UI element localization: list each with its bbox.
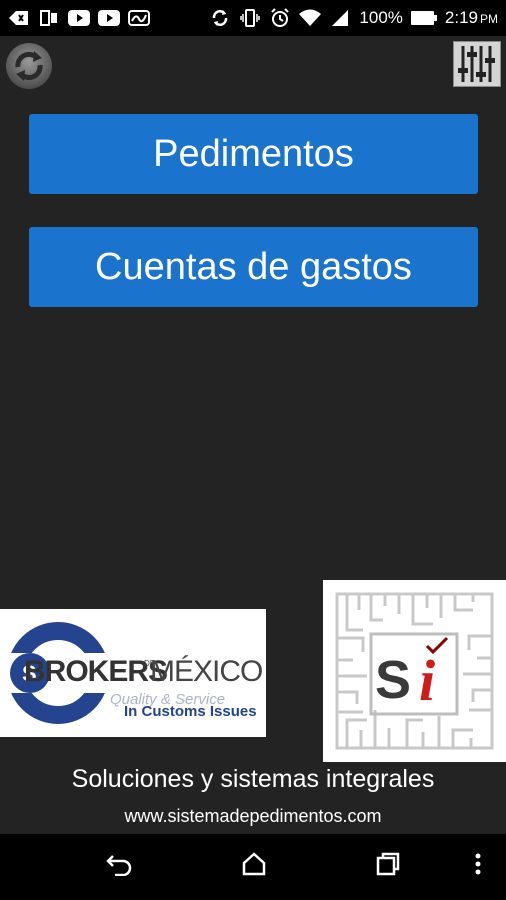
refresh-button[interactable] <box>4 41 54 91</box>
clock-ampm: PM <box>480 12 498 26</box>
svg-text:i: i <box>419 648 435 713</box>
nav-back-button[interactable] <box>101 848 137 884</box>
sync-icon <box>209 7 231 29</box>
clock: 2:19 PM <box>445 8 498 28</box>
si-logo-graphic: S i <box>323 580 506 762</box>
more-icon <box>475 852 481 881</box>
status-bar-right: 100% 2:19 PM <box>209 7 498 29</box>
nav-home-button[interactable] <box>236 848 272 884</box>
nav-more-button[interactable] <box>466 848 490 884</box>
signature-icon <box>128 7 150 29</box>
battery-percent: 100% <box>359 8 403 27</box>
status-bar-left <box>8 7 150 29</box>
si-logo: S i Si <box>323 580 506 762</box>
wifi-icon <box>299 7 322 29</box>
svg-text:S: S <box>375 650 411 710</box>
pedimentos-button[interactable]: Pedimentos <box>29 114 478 194</box>
navigation-bar <box>0 834 506 900</box>
settings-button[interactable] <box>453 41 501 87</box>
refresh-icon <box>4 43 54 95</box>
cast-icon <box>38 7 60 29</box>
mexico-wordmark: MÉXICO <box>150 655 263 688</box>
footer-title: Soluciones y sistemas integrales <box>71 765 435 793</box>
recents-icon <box>375 851 401 882</box>
status-bar: 100% 2:19 PM <box>0 0 506 36</box>
signal-icon <box>329 7 351 29</box>
brokers-tagline-customs: In Customs Issues <box>124 703 257 720</box>
footer-url[interactable]: www.sistemadepedimentos.com <box>0 806 506 827</box>
battery-icon <box>410 7 437 29</box>
clock-time: 2:19 <box>444 8 478 27</box>
back-arrow-icon <box>8 7 30 29</box>
brokers-mexico-logo: S BROKERS DE MÉXICO Quality & Service In… <box>0 609 266 737</box>
cuentas-de-gastos-button[interactable]: Cuentas de gastos <box>29 227 478 307</box>
alarm-icon <box>269 7 291 29</box>
vibrate-icon <box>239 7 261 29</box>
sliders-icon <box>454 42 500 90</box>
nav-recents-button[interactable] <box>370 848 406 884</box>
youtube-icon <box>98 7 120 29</box>
back-icon <box>105 852 133 881</box>
home-icon <box>241 851 267 882</box>
youtube-icon <box>68 7 90 29</box>
